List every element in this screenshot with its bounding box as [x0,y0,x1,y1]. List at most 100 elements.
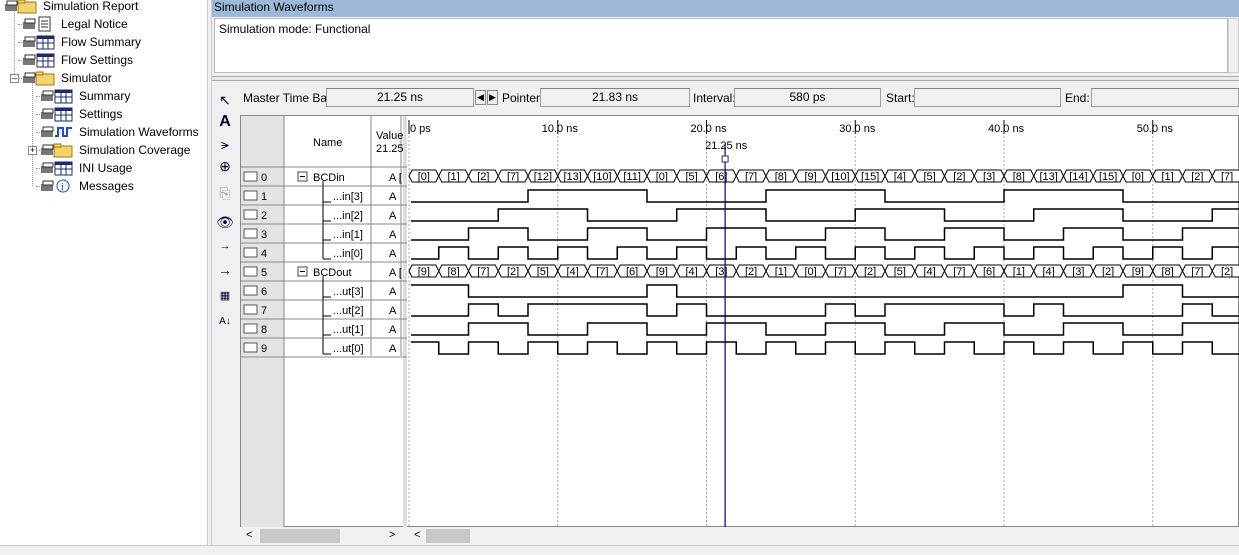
waveform-canvas[interactable]: Name Value21.25 0 ps 10.0 ns 20.0 ns 30.0 ns 4… [241,116,1239,528]
waveform-edit-tool-icon[interactable]: ⪫ [215,134,235,154]
tree-item-simulator[interactable]: Simulator [22,69,114,87]
bus-value-label: [5] [537,266,549,278]
signal-name[interactable]: ...ut[1] [333,324,364,336]
bus-group-icon [243,266,258,277]
bus-value-label: [8] [775,171,787,183]
text-tool-icon[interactable]: A [215,112,235,132]
signal-name[interactable]: BCDout [313,267,352,279]
tree-item-label: Simulation Coverage [79,143,191,157]
signal-name[interactable]: ...in[3] [333,191,363,203]
name-scroll-thumb[interactable] [260,529,340,543]
signal-name[interactable]: ...ut[2] [333,305,364,317]
signal-name[interactable]: ...in[0] [333,248,363,260]
wave-scroll-left-icon[interactable]: < [414,529,420,541]
zoom-tool-icon[interactable]: ⊕ [215,156,235,176]
simulation-mode-text: Simulation mode: Functional [219,22,371,36]
bus-value-label: [8] [1162,266,1174,278]
signal-index: 5 [261,267,267,279]
horizontal-scrollbars[interactable]: < > < [240,527,1239,545]
scroll-left-icon[interactable]: < [246,529,252,541]
master-time-bar-field[interactable]: 21.25 ns [326,88,474,107]
waveform-grid: Name Value 21.25 0 ps 10.0 ns 20.0 ns 30.0 ns 4… [240,115,1239,528]
project-tree-pane: Simulation Report Legal Notice Flow Summar… [0,0,207,545]
mode-scrollbar[interactable] [1228,18,1239,73]
cursor-handle[interactable] [721,155,729,163]
signal-index: 1 [261,191,267,203]
tree-item-settings[interactable]: Settings [40,105,124,123]
signal-name[interactable]: ...in[2] [333,210,363,222]
signal-name[interactable]: ...ut[3] [333,286,364,298]
panel-title: Simulation Waveforms [212,0,1239,17]
bus-value-label: [7] [507,171,519,183]
bus-value-label: [11] [623,171,641,183]
signal-name[interactable]: ...ut[0] [333,343,364,355]
tree-item-label: Settings [79,107,123,121]
tree-item-simulation-report[interactable]: Simulation Report [4,0,140,15]
signal-waveform [411,208,1239,222]
table-icon [40,88,74,104]
signal-index: 9 [261,343,267,355]
bus-value-label: [9] [656,266,668,278]
snap-grid-icon[interactable]: ▦ [215,286,235,306]
bus-value-label: [2] [477,171,489,183]
end-label: End: [1065,91,1090,105]
bus-value-label: [0] [805,266,817,278]
tree-item-label: Simulator [61,71,112,85]
status-strip [0,545,1239,555]
signal-pin-icon [243,247,258,258]
bus-value-label: [8] [1013,171,1025,183]
start-label: Start: [886,91,915,105]
signal-pin-icon [243,228,258,239]
tree-item-flow-summary[interactable]: Flow Summary [22,33,143,51]
signal-value: A [ [389,172,402,184]
wave-scroll-thumb[interactable] [426,529,470,543]
simulation-mode-box: Simulation mode: Functional [214,18,1228,73]
folder-report-icon [40,142,74,158]
signal-index: 3 [261,229,267,241]
bus-value-label: [0] [656,171,668,183]
tree-item-ini-usage[interactable]: INI Usage [40,159,134,177]
bus-value-label: [6] [626,266,638,278]
bus-value-label: [9] [418,266,430,278]
folder-report-icon [4,0,38,14]
sort-icon[interactable]: A↓ [215,312,235,332]
signal-name[interactable]: BCDin [313,172,345,184]
expand-coverage-toggle[interactable]: + [28,146,37,155]
report-panel: Simulation Waveforms Simulation mode: Fu… [212,0,1239,545]
bus-value-label: [3] [983,171,995,183]
scroll-right-icon[interactable]: > [389,529,395,541]
tree-item-legal-notice[interactable]: Legal Notice [22,15,130,33]
signal-value: A [389,229,397,241]
signal-pin-icon [243,190,258,201]
tree-item-summary[interactable]: Summary [40,87,132,105]
tree-item-messages[interactable]: i Messages [40,177,136,195]
time-bar-prev-button[interactable]: ◀ [475,90,486,105]
end-field [1091,88,1239,107]
bus-value-label: [5] [894,266,906,278]
signal-index: 7 [261,305,267,317]
bus-value-label: [4] [567,266,579,278]
interval-label: Interval: [693,91,736,105]
table-icon [40,160,74,176]
wave-splitter[interactable] [403,116,407,528]
tree-item-simulation-coverage[interactable]: Simulation Coverage [40,141,192,159]
find-next-icon[interactable]: → [215,236,235,256]
signal-name[interactable]: ...in[1] [333,229,363,241]
time-tick-label: 0 ps [410,123,431,135]
arrow-right-icon[interactable]: → [215,260,235,280]
bus-value-label: [13] [563,171,581,183]
tree-item-simulation-waveforms[interactable]: Simulation Waveforms [40,123,201,141]
time-bar-next-button[interactable]: ▶ [487,90,498,105]
cursor-time-label: 21.25 ns [705,140,748,152]
selection-tool-icon[interactable]: ↖ [215,90,235,110]
find-icon[interactable]: 👁 [215,212,235,232]
tree-item-flow-settings[interactable]: Flow Settings [22,51,135,69]
signal-pin-icon [243,342,258,353]
copy-icon[interactable]: ⎘ [215,183,235,203]
panel-divider[interactable] [212,76,1239,81]
bus-value-label: [4] [924,266,936,278]
signal-value: A [389,286,397,298]
signal-index: 6 [261,286,267,298]
signal-index: 4 [261,248,267,260]
collapse-simulator-toggle[interactable]: – [10,74,19,83]
